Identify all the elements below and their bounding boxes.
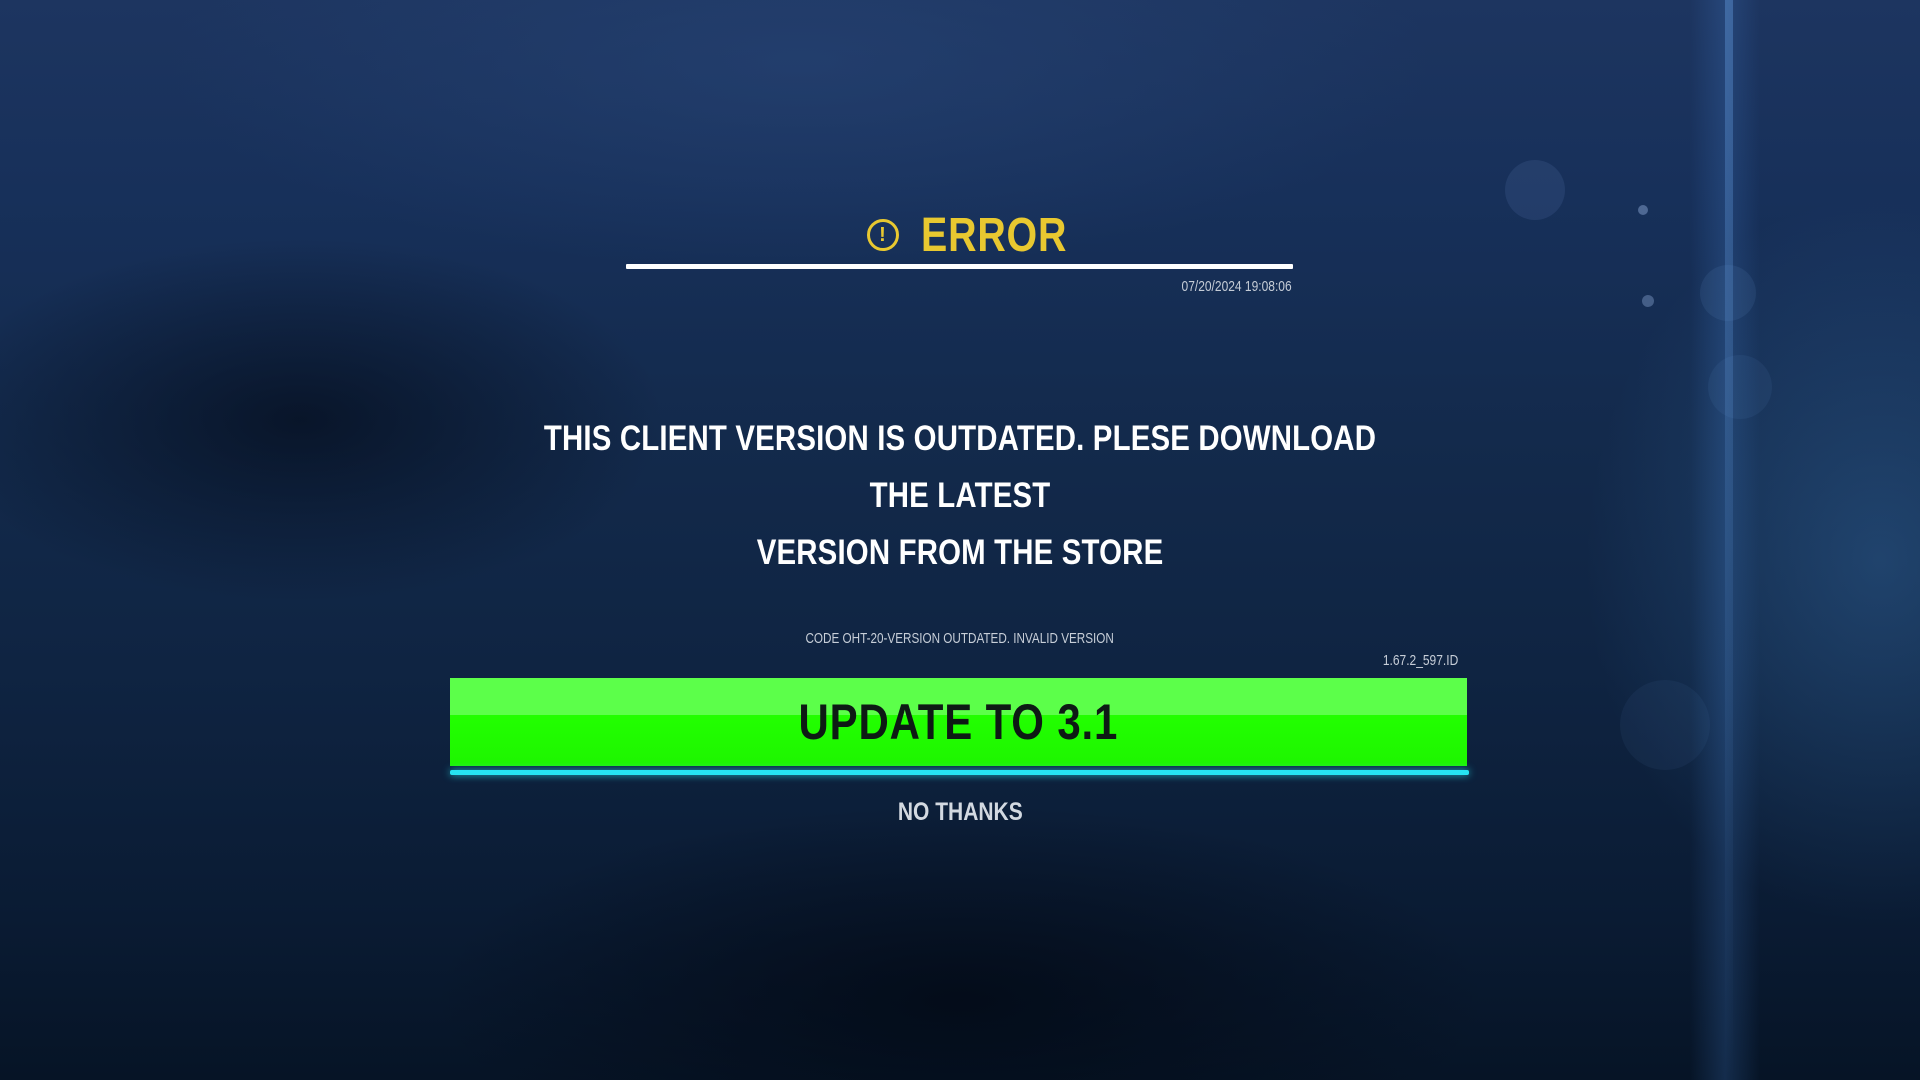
background-bokeh xyxy=(1638,205,1648,215)
error-code-text: CODE OHT-20-VERSION OUTDATED. INVALID VE… xyxy=(805,630,1115,647)
client-version: 1.67.2_597.ID xyxy=(1382,652,1458,669)
update-button-underline xyxy=(450,770,1469,775)
no-thanks-button[interactable]: NO THANKS xyxy=(810,792,1110,832)
background-light-beam xyxy=(1725,0,1733,1080)
background-light-streak xyxy=(1690,0,1760,1080)
background-bokeh xyxy=(1505,160,1565,220)
error-timestamp: 07/20/2024 19:08:06 xyxy=(1181,278,1292,295)
update-button-label: UPDATE TO 3.1 xyxy=(798,694,1119,750)
background-bokeh xyxy=(1700,265,1756,321)
error-code: CODE OHT-20-VERSION OUTDATED. INVALID VE… xyxy=(660,630,1260,647)
error-header: ! ERROR xyxy=(626,205,1293,265)
header-divider xyxy=(626,264,1293,269)
error-message: THIS CLIENT VERSION IS OUTDATED. PLESE D… xyxy=(460,410,1460,581)
update-button[interactable]: UPDATE TO 3.1 xyxy=(450,678,1467,766)
background-bokeh xyxy=(1620,680,1710,770)
error-message-line-2: VERSION FROM THE STORE xyxy=(756,533,1164,572)
no-thanks-label: NO THANKS xyxy=(897,798,1023,826)
background-bokeh xyxy=(1708,355,1772,419)
exclamation-circle-icon: ! xyxy=(866,219,899,251)
error-title: ERROR xyxy=(920,208,1067,262)
background-bokeh xyxy=(1642,295,1654,307)
error-message-line-1: THIS CLIENT VERSION IS OUTDATED. PLESE D… xyxy=(543,419,1377,515)
